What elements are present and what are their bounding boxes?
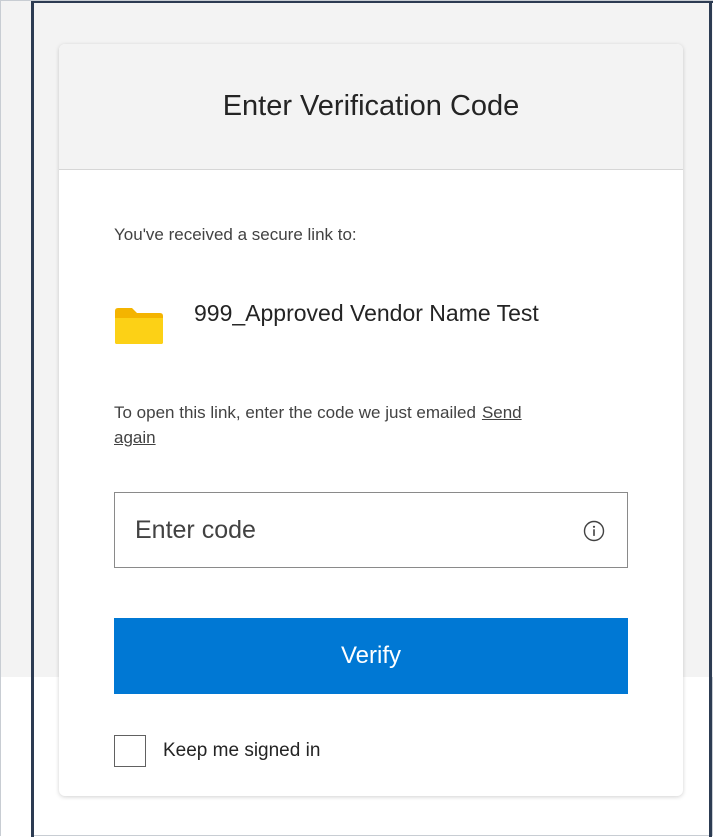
folder-icon [114,307,164,345]
keep-signed-in-checkbox[interactable] [114,735,146,767]
code-field[interactable] [114,492,628,568]
shared-item: 999_Approved Vendor Name Test [114,297,594,345]
left-panel-edge [1,1,31,837]
instruction-message: To open this link, enter the code we jus… [114,403,476,422]
keep-signed-in-label[interactable]: Keep me signed in [163,740,320,762]
browser-frame: Enter Verification Code You've received … [0,0,713,837]
left-border [31,1,34,837]
dialog-header: Enter Verification Code [59,44,683,170]
instruction-text: To open this link, enter the code we jus… [114,400,564,450]
code-input[interactable] [115,493,575,567]
shared-item-name: 999_Approved Vendor Name Test [194,300,539,326]
verify-button[interactable]: Verify [114,618,628,694]
top-border [31,1,713,3]
keep-signed-in-row: Keep me signed in [114,735,320,767]
dialog-title: Enter Verification Code [222,90,520,122]
intro-text: You've received a secure link to: [114,225,357,244]
verification-dialog: Enter Verification Code You've received … [59,44,683,796]
info-icon[interactable] [583,520,605,542]
right-border [709,1,712,837]
